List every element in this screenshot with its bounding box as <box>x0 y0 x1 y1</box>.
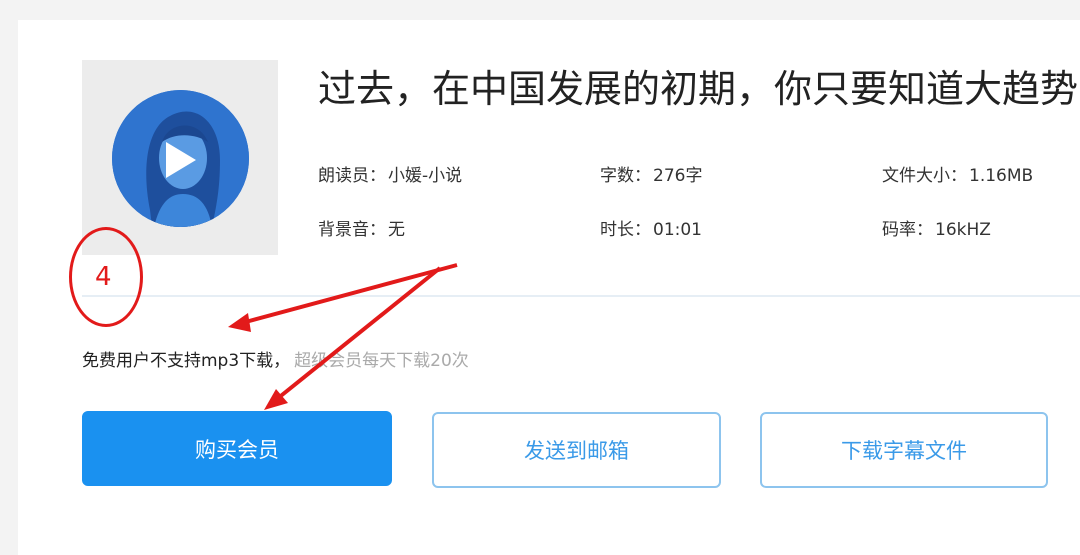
arrowhead-notice <box>228 313 251 332</box>
arrow-to-notice <box>237 263 458 326</box>
arrow-to-buy-button <box>270 266 442 405</box>
annotation-arrows <box>228 263 458 410</box>
